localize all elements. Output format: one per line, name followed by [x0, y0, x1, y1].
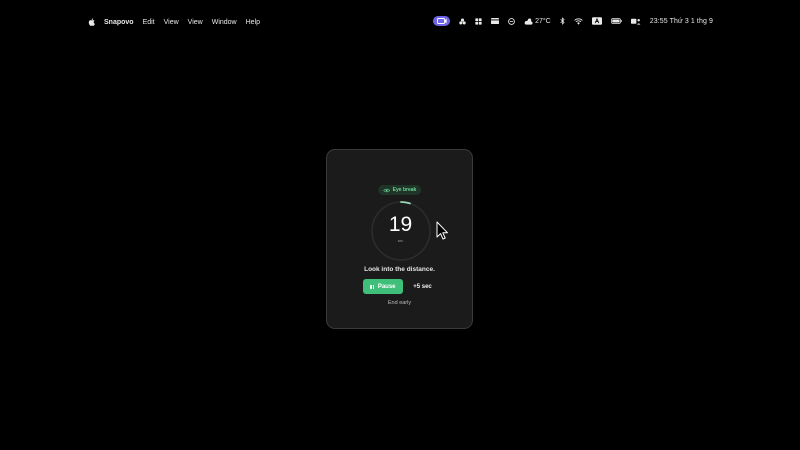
end-early-link[interactable]: End early	[327, 300, 472, 306]
menu-bar-left: Snapovo Edit View View Window Help	[88, 18, 260, 26]
apple-icon[interactable]	[88, 18, 95, 26]
status-area: 27°C 23:55 Thứ 3 1 thg 9	[433, 16, 713, 26]
wifi-icon[interactable]	[574, 18, 583, 25]
tools-icon[interactable]	[459, 18, 466, 25]
eye-icon	[382, 188, 390, 192]
menu-view[interactable]: View	[164, 19, 179, 26]
eye-break-label: Eye break	[392, 187, 417, 193]
battery-icon[interactable]	[610, 18, 622, 24]
bluetooth-icon[interactable]	[560, 17, 565, 25]
pause-button[interactable]: Pause	[363, 279, 403, 294]
menu-bar: Snapovo Edit View View Window Help 27°C	[0, 0, 800, 46]
grid-icon[interactable]	[475, 17, 482, 25]
app-menu[interactable]: Snapovo	[104, 19, 134, 26]
user-switch-icon[interactable]	[630, 18, 641, 25]
menu-window[interactable]: Window	[212, 19, 237, 26]
weather-temp: 27°C	[535, 17, 551, 25]
countdown-value: 19	[388, 213, 413, 236]
mouse-pointer-icon	[436, 221, 448, 240]
countdown-unit: sec	[397, 239, 404, 243]
pause-icon	[370, 284, 374, 289]
card-icon[interactable]	[491, 18, 500, 24]
screen-capture-icon[interactable]	[433, 16, 451, 26]
add-five-seconds-button[interactable]: +5 sec	[407, 279, 438, 294]
menu-bar-clock[interactable]: 23:55 Thứ 3 1 thg 9	[650, 18, 713, 25]
eye-break-card: Eye break 19 sec Look into the distance.…	[326, 149, 473, 329]
menu-edit[interactable]: Edit	[143, 19, 155, 26]
text-input-icon[interactable]	[591, 17, 602, 25]
break-instruction: Look into the distance.	[364, 266, 435, 273]
circle-icon[interactable]	[508, 17, 515, 25]
eye-break-badge: Eye break	[377, 185, 422, 195]
weather-widget[interactable]: 27°C	[524, 18, 551, 25]
pause-button-label: Pause	[377, 283, 396, 290]
menu-view-2[interactable]: View	[188, 19, 203, 26]
menu-help[interactable]: Help	[246, 19, 260, 26]
weather-icon	[524, 17, 533, 25]
